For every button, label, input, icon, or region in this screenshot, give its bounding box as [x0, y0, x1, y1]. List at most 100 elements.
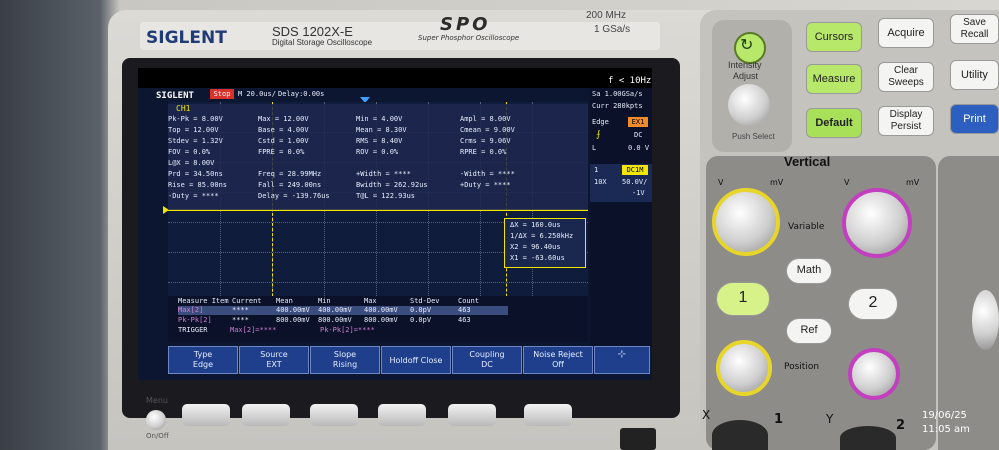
softkey-5[interactable]	[448, 404, 496, 426]
default-button[interactable]: Default	[806, 108, 862, 138]
trigger-level-value: 0.0 V	[628, 144, 650, 152]
variable-label: Variable	[788, 222, 825, 232]
push-select-label: Push Select	[732, 132, 775, 141]
menu-noise-reject-bottom: Off	[552, 360, 564, 369]
menu-slope[interactable]: Slope Rising	[310, 346, 380, 374]
ref-button[interactable]: Ref	[786, 318, 832, 344]
ch2-button[interactable]: 2	[848, 288, 898, 320]
clear-label: Clear	[894, 65, 918, 76]
ch1-offset: -1V	[632, 189, 645, 197]
stats-trigger-label: TRIGGER	[178, 326, 208, 334]
stats-row-1-min: 400.00mV	[318, 306, 352, 314]
menu-coupling[interactable]: Coupling DC	[452, 346, 522, 374]
menu-holdoff-top: Holdoff Close	[389, 356, 443, 365]
menu-more[interactable]: ⊹	[594, 346, 650, 374]
softkey-2[interactable]	[242, 404, 290, 426]
meas-row-2a: Top = 12.00V	[168, 126, 219, 134]
ch2-position-knob[interactable]	[848, 348, 900, 400]
utility-button[interactable]: Utility	[950, 60, 999, 90]
usb-port	[620, 428, 656, 450]
softkey-3[interactable]	[310, 404, 358, 426]
meas-row-2c: Mean = 8.30V	[356, 126, 407, 134]
ch1-coupling-badge: DC1M	[622, 165, 648, 175]
photo-time: 11:05 am	[922, 424, 970, 435]
ch1-number: 1	[594, 166, 599, 174]
measurement-channel-title: CH1	[176, 104, 191, 113]
sample-rate-label: 1 GSa/s	[594, 24, 631, 35]
ch2-bnc-connector[interactable]	[840, 426, 896, 450]
measure-button[interactable]: Measure	[806, 64, 862, 94]
stats-header-stddev: Std-Dev	[410, 297, 440, 305]
ch2-mv-label: mV	[906, 178, 920, 187]
meas-row-1d: Ampl = 8.00V	[460, 115, 511, 123]
trigger-level-label: L	[592, 144, 597, 152]
menu-onoff-button[interactable]	[146, 410, 166, 430]
stats-row-1-mean: 400.00mV	[276, 306, 310, 314]
meas-row-3c: RMS = 8.40V	[356, 137, 403, 145]
meas-row-6d: -Width = ****	[460, 170, 515, 178]
meas-row-6a: Prd = 34.50ns	[168, 170, 223, 178]
stats-header-min: Min	[318, 297, 331, 305]
stats-header-current: Current	[232, 297, 262, 305]
menu-noise-reject[interactable]: Noise Reject Off	[523, 346, 593, 374]
cursors-button[interactable]: Cursors	[806, 22, 862, 52]
softkey-6[interactable]	[524, 404, 572, 426]
math-button[interactable]: Math	[786, 258, 832, 284]
cursor-x2-value: X2 = 96.40us	[510, 243, 561, 251]
timebase-readout: M 20.0us/	[238, 90, 276, 98]
memory-depth-readout: Curr 280kpts	[592, 102, 643, 110]
meas-row-4c: ROV = 0.0%	[356, 148, 399, 156]
x-input-label: X	[702, 408, 711, 422]
stats-row-2-item: Pk-Pk[2]	[178, 316, 212, 324]
menu-type[interactable]: Type Edge	[168, 346, 238, 374]
screen-top-bar	[138, 68, 652, 88]
meas-row-7b: Fall = 249.00ns	[258, 181, 322, 189]
y-input-number: 2	[896, 418, 906, 433]
rising-edge-icon: ⨍	[596, 130, 601, 140]
save-recall-button[interactable]: Save Recall	[950, 14, 999, 44]
intensity-adjust-knob[interactable]	[728, 84, 770, 126]
stats-row-2-max: 800.00mV	[364, 316, 398, 324]
meas-row-4a: FOV = 0.0%	[168, 148, 211, 156]
horizontal-knob[interactable]	[972, 290, 999, 350]
intensity-label: Intensity	[728, 60, 762, 70]
menu-source[interactable]: Source EXT	[239, 346, 309, 374]
vertical-label: Vertical	[784, 154, 831, 169]
save-label: Save	[963, 17, 986, 28]
display-label: Display	[889, 109, 923, 120]
meas-row-5a: L@X = 8.00V	[168, 159, 215, 167]
meas-row-3b: Cstd = 1.00V	[258, 137, 309, 145]
frequency-counter: f < 10Hz	[608, 76, 652, 86]
trigger-type-label: Edge	[592, 118, 609, 126]
menu-slope-bottom: Rising	[332, 360, 358, 369]
stats-row-1-stddev: 0.0pV	[410, 306, 432, 314]
run-status-badge: Stop	[210, 89, 234, 99]
sweeps-label: Sweeps	[888, 77, 924, 88]
onoff-label: On/Off	[146, 432, 169, 440]
clear-sweeps-button[interactable]: Clear Sweeps	[878, 62, 934, 92]
menu-holdoff[interactable]: Holdoff Close	[381, 346, 451, 374]
ch1-volts-per-div: 50.0V/	[622, 178, 648, 186]
menu-noise-reject-top: Noise Reject	[533, 350, 583, 359]
softkey-4[interactable]	[378, 404, 426, 426]
meas-row-8a: -Duty = ****	[168, 192, 219, 200]
menu-label: Menu	[146, 396, 168, 405]
bench-left	[0, 0, 110, 450]
menu-source-bottom: EXT	[266, 360, 282, 369]
meas-row-1a: Pk-Pk = 8.00V	[168, 115, 223, 123]
print-button[interactable]: Print	[950, 104, 999, 134]
ch1-volts-div-knob[interactable]	[712, 188, 780, 256]
meas-row-1b: Max = 12.00V	[258, 115, 309, 123]
meas-row-2d: Cmean = 9.00V	[460, 126, 515, 134]
softkey-1[interactable]	[182, 404, 230, 426]
stats-row-1-item: Max[2]	[178, 306, 204, 314]
ch1-bnc-connector[interactable]	[712, 420, 768, 450]
ch1-button[interactable]: 1	[716, 282, 770, 316]
meas-row-2b: Base = 4.00V	[258, 126, 309, 134]
acquire-button[interactable]: Acquire	[878, 18, 934, 48]
ch2-volts-div-knob[interactable]	[842, 188, 912, 258]
meas-row-6b: Freq = 28.99MHz	[258, 170, 322, 178]
display-persist-button[interactable]: Display Persist	[878, 106, 934, 136]
stats-header-count: Count	[458, 297, 480, 305]
ch1-position-knob[interactable]	[716, 340, 772, 396]
